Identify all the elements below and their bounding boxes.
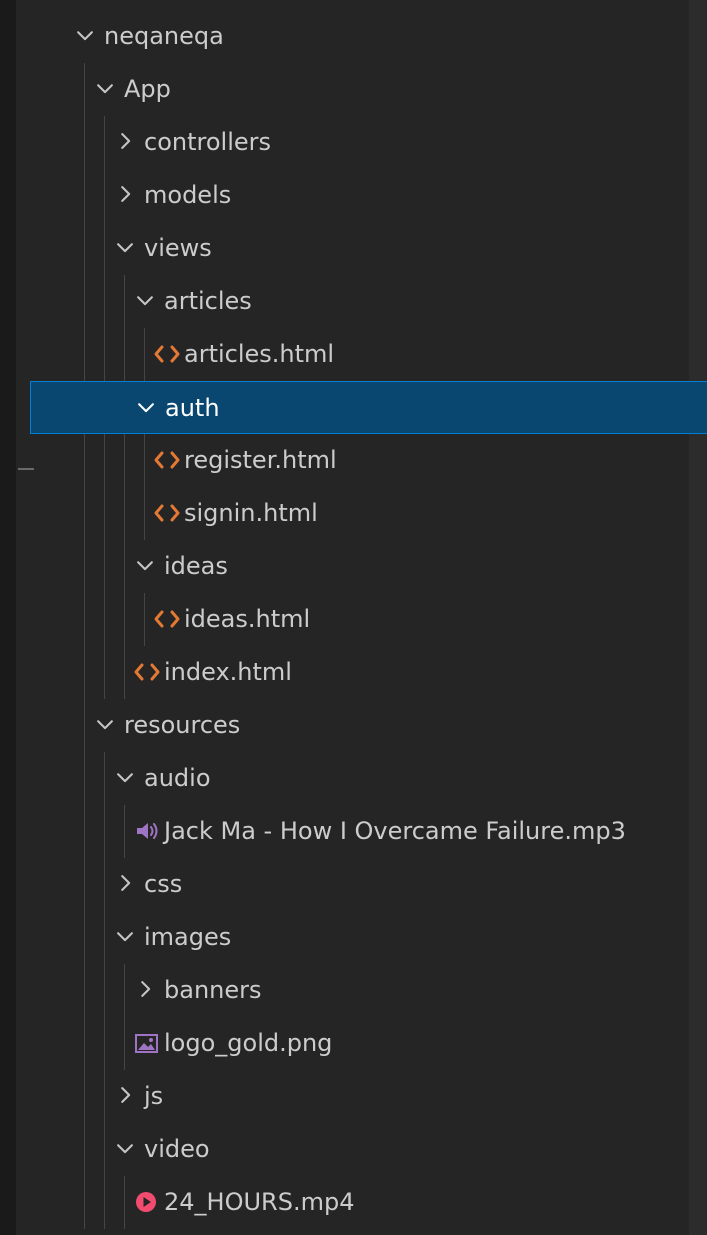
tree-file-ideas-html[interactable]: ideas.html: [0, 593, 707, 646]
chevron-down-icon[interactable]: [134, 289, 156, 311]
tree-folder-auth[interactable]: auth: [30, 381, 707, 434]
html-icon: [154, 501, 180, 525]
tree-folder-neqaneqa[interactable]: neqaneqa: [0, 10, 707, 63]
tree-folder-app[interactable]: App: [0, 63, 707, 116]
tree-file-24-hours-mp4[interactable]: 24_HOURS.mp4: [0, 1176, 707, 1229]
chevron-right-icon[interactable]: [114, 183, 136, 205]
tree-item-label: 24_HOURS.mp4: [164, 1188, 355, 1216]
tree-item-label: controllers: [144, 128, 271, 156]
tree-folder-video[interactable]: video: [0, 1123, 707, 1176]
chevron-down-icon[interactable]: [74, 24, 96, 46]
tree-file-register-html[interactable]: register.html: [0, 434, 707, 487]
html-icon: [154, 607, 180, 631]
file-tree: neqaneqa App controllers models views article…: [0, 0, 707, 1235]
html-icon: [134, 660, 160, 684]
tree-item-label: css: [144, 870, 183, 898]
chevron-down-icon[interactable]: [114, 766, 136, 788]
tree-folder-resources[interactable]: resources: [0, 699, 707, 752]
tree-item-label: models: [144, 181, 232, 209]
tree-item-label: auth: [165, 394, 220, 422]
tree-item-label: audio: [144, 764, 211, 792]
tree-item-label: banners: [164, 976, 262, 1004]
html-icon: [154, 342, 180, 366]
tree-folder-audio[interactable]: audio: [0, 752, 707, 805]
tree-item-label: neqaneqa: [104, 22, 224, 50]
tree-item-label: logo_gold.png: [164, 1029, 333, 1057]
tree-item-label: resources: [124, 711, 241, 739]
chevron-right-icon[interactable]: [114, 872, 136, 894]
tree-folder-css[interactable]: css: [0, 858, 707, 911]
tree-item-label: articles: [164, 287, 252, 315]
tree-item-label: views: [144, 234, 212, 262]
tree-folder-controllers[interactable]: controllers: [0, 116, 707, 169]
chevron-down-icon[interactable]: [94, 713, 116, 735]
html-icon: [154, 448, 180, 472]
chevron-right-icon[interactable]: [134, 978, 156, 1000]
tree-file-index-html[interactable]: index.html: [0, 646, 707, 699]
tree-item-label: index.html: [164, 658, 292, 686]
chevron-right-icon[interactable]: [114, 1084, 136, 1106]
tree-item-label: register.html: [184, 446, 337, 474]
tree-item-label: video: [144, 1135, 210, 1163]
chevron-right-icon[interactable]: [114, 130, 136, 152]
chevron-down-icon[interactable]: [135, 396, 157, 418]
tree-folder-js[interactable]: js: [0, 1070, 707, 1123]
audio-file-icon: [134, 819, 160, 843]
tree-folder-views[interactable]: views: [0, 222, 707, 275]
chevron-down-icon[interactable]: [94, 77, 116, 99]
image-file-icon: [134, 1031, 160, 1055]
chevron-down-icon[interactable]: [114, 236, 136, 258]
tree-folder-ideas[interactable]: ideas: [0, 540, 707, 593]
tree-file-signin-html[interactable]: signin.html: [0, 487, 707, 540]
video-file-icon: [134, 1190, 160, 1214]
tree-item-label: ideas.html: [184, 605, 311, 633]
tree-item-label: ideas: [164, 552, 228, 580]
tree-file-logo-gold-png[interactable]: logo_gold.png: [0, 1017, 707, 1070]
tree-item-label: images: [144, 923, 232, 951]
tree-file-jack-ma-how-i-overcame-failure-mp3[interactable]: Jack Ma - How I Overcame Failure.mp3: [0, 805, 707, 858]
tree-folder-articles[interactable]: articles: [0, 275, 707, 328]
tree-item-label: articles.html: [184, 340, 335, 368]
tree-item-label: App: [124, 75, 171, 103]
chevron-down-icon[interactable]: [114, 925, 136, 947]
tree-folder-models[interactable]: models: [0, 169, 707, 222]
chevron-down-icon[interactable]: [134, 554, 156, 576]
tree-folder-banners[interactable]: banners: [0, 964, 707, 1017]
tree-file-articles-html[interactable]: articles.html: [0, 328, 707, 381]
tree-item-label: signin.html: [184, 499, 318, 527]
tree-item-label: Jack Ma - How I Overcame Failure.mp3: [164, 817, 626, 845]
file-explorer: neqaneqa App controllers models views article…: [0, 0, 707, 1235]
tree-folder-images[interactable]: images: [0, 911, 707, 964]
chevron-down-icon[interactable]: [114, 1137, 136, 1159]
tree-item-label: js: [144, 1082, 164, 1110]
